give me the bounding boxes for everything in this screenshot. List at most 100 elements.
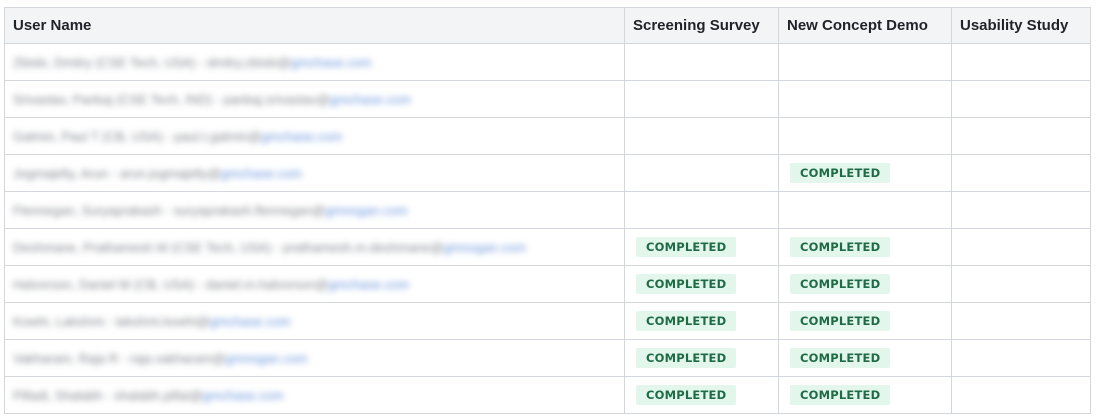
user-email-domain: gmnogan.com [325,202,408,218]
redacted-user-identity: Srivastav, Pankaj (CSE Tech, IND) - pank… [13,92,411,107]
status-badge: COMPLETED [636,274,737,294]
user-name-text: Flennegan, Suryaprakash - suryaprakash.f… [13,202,326,218]
column-header-screening-survey[interactable]: Screening Survey [624,7,779,44]
new-concept-demo-cell [778,117,952,155]
user-name-text: Srivastav, Pankaj (CSE Tech, IND) - pank… [13,91,330,107]
new-concept-demo-cell [778,43,952,81]
redacted-user-identity: Flennegan, Suryaprakash - suryaprakash.f… [13,203,408,218]
user-email-domain: gmnogan.com [225,350,308,366]
screening-survey-cell: COMPLETED [624,265,779,303]
status-badge: COMPLETED [790,348,891,368]
user-name-text: Pilladi, Shalabh - shalabh.pillai@ [13,387,203,403]
usability-study-cell [951,43,1091,81]
user-name-cell: Zbiski, Dmitry (CSE Tech, USA) - dmitry.… [4,43,625,81]
user-name-cell: Vakharam, Raja R - raja.vakharam@gmnogan… [4,339,625,377]
table-row[interactable]: Srivastav, Pankaj (CSE Tech, IND) - pank… [4,80,1091,118]
user-name-cell: Pilladi, Shalabh - shalabh.pillai@gmchas… [4,376,625,414]
screening-survey-cell [624,191,779,229]
new-concept-demo-cell: COMPLETED [778,154,952,192]
user-name-cell: Kowhi, Lakshmi - lakshmi.kowhi@gmchase.c… [4,302,625,340]
table-row[interactable]: Jogmajelty, Arun - arun.jogmajelty@gmcha… [4,154,1091,192]
usability-study-cell [951,339,1091,377]
user-name-cell: Srivastav, Pankaj (CSE Tech, IND) - pank… [4,80,625,118]
column-header-usability-study[interactable]: Usability Study [951,7,1091,44]
user-name-cell: Deshmane, Prathamesh M (CSE Tech, USA) -… [4,228,625,266]
user-email-domain: gmchase.com [290,54,372,70]
results-table-wrapper: User Name Screening Survey New Concept D… [4,7,1091,414]
status-badge: COMPLETED [790,237,891,257]
screening-survey-cell: COMPLETED [624,339,779,377]
user-email-domain: gmnogan.com [443,239,526,255]
new-concept-demo-cell [778,80,952,118]
new-concept-demo-cell [778,191,952,229]
usability-study-cell [951,302,1091,340]
user-name-text: Kowhi, Lakshmi - lakshmi.kowhi@ [13,313,210,329]
user-email-domain: gmchase.com [329,91,411,107]
new-concept-demo-cell: COMPLETED [778,339,952,377]
user-name-cell: Halvorson, Daniel M (CB, USA) - daniel.m… [4,265,625,303]
new-concept-demo-cell: COMPLETED [778,302,952,340]
column-header-user-name[interactable]: User Name [4,7,625,44]
screening-survey-cell [624,117,779,155]
redacted-user-identity: Deshmane, Prathamesh M (CSE Tech, USA) -… [13,240,526,255]
status-badge: COMPLETED [790,274,891,294]
table-row[interactable]: Vakharam, Raja R - raja.vakharam@gmnogan… [4,339,1091,377]
status-badge: COMPLETED [636,348,737,368]
table-header: User Name Screening Survey New Concept D… [4,7,1091,44]
table-row[interactable]: Galmin, Paul T (CB, USA) - paul.t.galmin… [4,117,1091,155]
usability-study-cell [951,265,1091,303]
user-name-cell: Jogmajelty, Arun - arun.jogmajelty@gmcha… [4,154,625,192]
usability-study-cell [951,80,1091,118]
table-row[interactable]: Zbiski, Dmitry (CSE Tech, USA) - dmitry.… [4,43,1091,81]
user-name-text: Jogmajelty, Arun - arun.jogmajelty@ [13,165,222,181]
table-body: Zbiski, Dmitry (CSE Tech, USA) - dmitry.… [4,43,1091,414]
table-row[interactable]: Halvorson, Daniel M (CB, USA) - daniel.m… [4,265,1091,303]
screening-survey-cell [624,80,779,118]
redacted-user-identity: Galmin, Paul T (CB, USA) - paul.t.galmin… [13,129,342,144]
status-badge: COMPLETED [636,385,737,405]
user-name-text: Vakharam, Raja R - raja.vakharam@ [13,350,226,366]
usability-study-cell [951,191,1091,229]
table-row[interactable]: Kowhi, Lakshmi - lakshmi.kowhi@gmchase.c… [4,302,1091,340]
user-email-domain: gmchase.com [261,128,343,144]
user-name-cell: Galmin, Paul T (CB, USA) - paul.t.galmin… [4,117,625,155]
redacted-user-identity: Kowhi, Lakshmi - lakshmi.kowhi@gmchase.c… [13,314,291,329]
new-concept-demo-cell: COMPLETED [778,228,952,266]
user-email-domain: gmchase.com [202,387,284,403]
screening-survey-cell: COMPLETED [624,228,779,266]
redacted-user-identity: Pilladi, Shalabh - shalabh.pillai@gmchas… [13,388,283,403]
status-badge: COMPLETED [790,385,891,405]
usability-study-cell [951,117,1091,155]
status-badge: COMPLETED [790,163,891,183]
status-badge: COMPLETED [636,311,737,331]
screening-survey-cell: COMPLETED [624,376,779,414]
redacted-user-identity: Halvorson, Daniel M (CB, USA) - daniel.m… [13,277,409,292]
usability-study-cell [951,376,1091,414]
user-name-text: Galmin, Paul T (CB, USA) - paul.t.galmin… [13,128,262,144]
usability-study-cell [951,228,1091,266]
user-email-domain: gmchase.com [209,313,291,329]
new-concept-demo-cell: COMPLETED [778,376,952,414]
table-row[interactable]: Deshmane, Prathamesh M (CSE Tech, USA) -… [4,228,1091,266]
table-row[interactable]: Flennegan, Suryaprakash - suryaprakash.f… [4,191,1091,229]
user-name-text: Deshmane, Prathamesh M (CSE Tech, USA) -… [13,239,444,255]
redacted-user-identity: Jogmajelty, Arun - arun.jogmajelty@gmcha… [13,166,302,181]
column-header-new-concept-demo[interactable]: New Concept Demo [778,7,952,44]
user-name-text: Halvorson, Daniel M (CB, USA) - daniel.m… [13,276,329,292]
screening-survey-cell [624,154,779,192]
redacted-user-identity: Zbiski, Dmitry (CSE Tech, USA) - dmitry.… [13,55,372,70]
redacted-user-identity: Vakharam, Raja R - raja.vakharam@gmnogan… [13,351,308,366]
usability-study-cell [951,154,1091,192]
screening-survey-cell [624,43,779,81]
screening-survey-cell: COMPLETED [624,302,779,340]
new-concept-demo-cell: COMPLETED [778,265,952,303]
user-email-domain: gmchase.com [328,276,410,292]
user-name-cell: Flennegan, Suryaprakash - suryaprakash.f… [4,191,625,229]
status-badge: COMPLETED [790,311,891,331]
results-table: User Name Screening Survey New Concept D… [4,7,1091,414]
header-row: User Name Screening Survey New Concept D… [4,7,1091,44]
user-name-text: Zbiski, Dmitry (CSE Tech, USA) - dmitry.… [13,54,291,70]
user-email-domain: gmchase.com [221,165,302,181]
status-badge: COMPLETED [636,237,737,257]
table-row[interactable]: Pilladi, Shalabh - shalabh.pillai@gmchas… [4,376,1091,414]
